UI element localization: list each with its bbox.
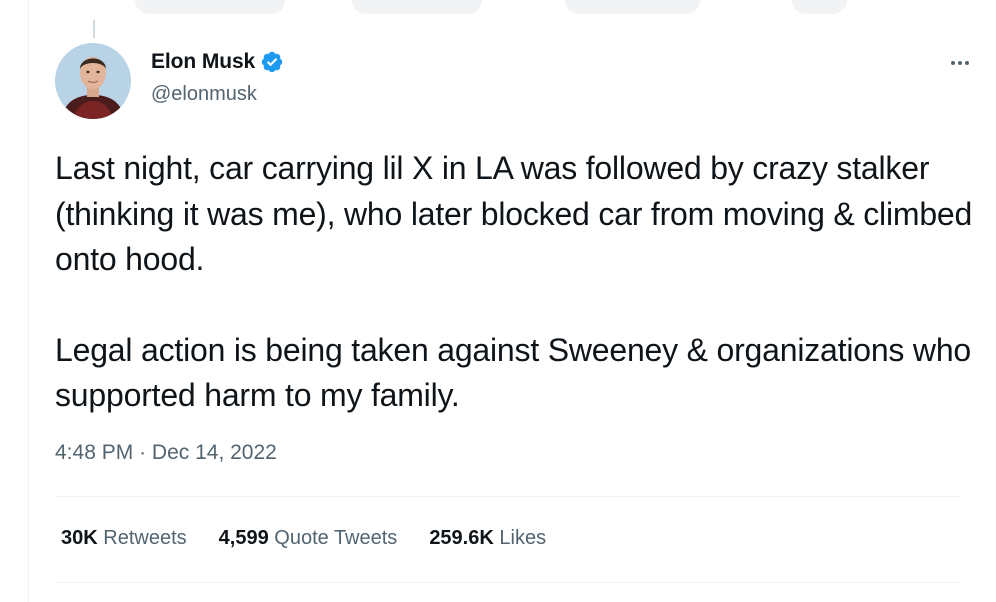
divider — [55, 496, 961, 497]
quote-tweets-stat[interactable]: 4,599 Quote Tweets — [219, 527, 398, 550]
tweet-time-link[interactable]: 4:48 PM · Dec 14, 2022 — [55, 441, 277, 464]
more-horizontal-icon — [965, 61, 969, 65]
tweet-paragraph: Last night, car carrying lil X in LA was… — [55, 150, 973, 277]
quote-tweets-count: 4,599 — [218, 527, 269, 549]
tweet-date: Dec 14, 2022 — [151, 441, 277, 464]
likes-count: 259.6K — [429, 527, 494, 549]
tweet-paragraph: Legal action is being taken against Swee… — [55, 331, 972, 414]
likes-label: Likes — [499, 527, 547, 549]
retweets-count: 30K — [61, 527, 98, 549]
more-horizontal-icon — [951, 61, 955, 65]
avatar-image — [55, 43, 131, 119]
avatar[interactable] — [55, 43, 131, 119]
retweets-label: Retweets — [103, 527, 187, 549]
author-name-row: Elon Musk — [151, 50, 284, 74]
tweet-stats: 30K Retweets 4,599 Quote Tweets 259.6K L… — [61, 527, 546, 550]
quote-tweets-label: Quote Tweets — [274, 527, 398, 549]
author-handle[interactable]: @elonmusk — [151, 83, 257, 106]
divider — [55, 582, 961, 583]
tweet-text: Last night, car carrying lil X in LA was… — [55, 146, 975, 419]
more-horizontal-icon — [958, 61, 962, 65]
tweet-card: Elon Musk @elonmusk Last night, car carr… — [28, 0, 996, 602]
likes-stat[interactable]: 259.6K Likes — [429, 527, 546, 550]
author-name[interactable]: Elon Musk — [151, 50, 255, 74]
more-options-button[interactable] — [943, 50, 977, 76]
retweets-stat[interactable]: 30K Retweets — [61, 527, 187, 550]
tweet-time: 4:48 PM — [55, 441, 134, 464]
timestamp-separator: · — [139, 441, 147, 464]
tweet-timestamp: 4:48 PM · Dec 14, 2022 — [55, 441, 277, 465]
verified-badge-icon — [261, 51, 283, 73]
